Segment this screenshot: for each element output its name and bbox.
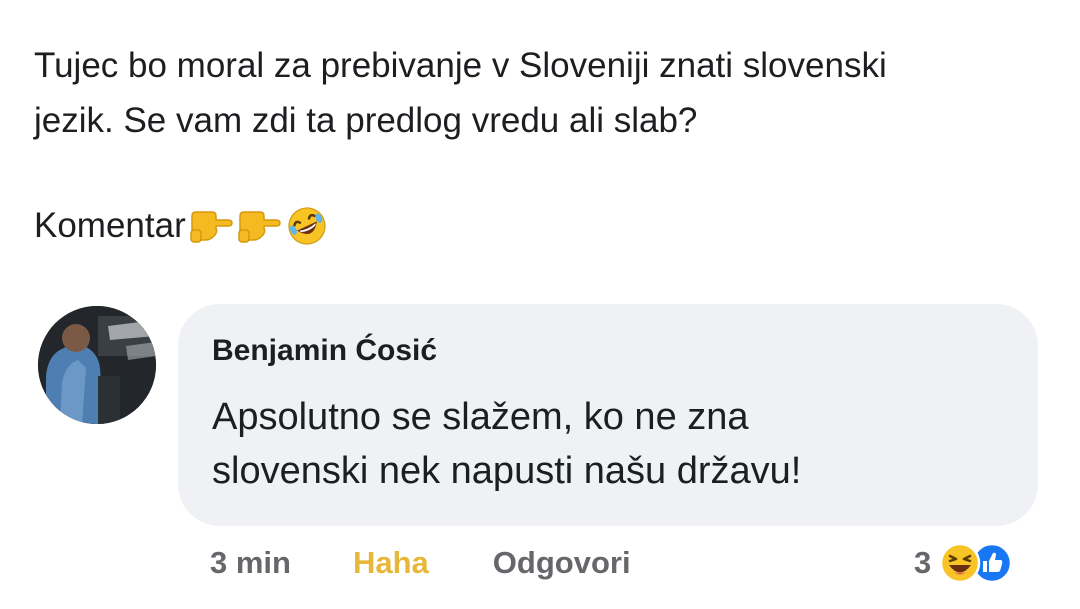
comment-line-2: slovenski nek napusti našu državu! [212,450,802,492]
pointing-down-icon [236,206,282,246]
reply-button[interactable]: Odgovori [493,545,631,581]
post-line-1: Tujec bo moral za prebivanje v Sloveniji… [34,46,887,85]
comment-text: Apsolutno se slažem, ko ne zna slovenski… [212,390,801,498]
post-text: Tujec bo moral za prebivanje v Sloveniji… [34,38,1054,148]
reaction-icons [935,540,1021,586]
comment-actions: 3 min Haha Odgovori [210,538,631,588]
pointing-down-icon [188,206,234,246]
comment-bubble: Benjamin Ćosić Apsolutno se slažem, ko n… [178,304,1038,526]
comment-author[interactable]: Benjamin Ćosić [212,334,437,368]
rolling-laughing-icon [284,206,330,246]
comment-prompt: Komentar [34,198,330,253]
haha-reaction-icon [939,542,981,584]
post-line-2: jezik. Se vam zdi ta predlog vredu ali s… [34,101,698,140]
haha-reaction-button[interactable]: Haha [353,545,429,581]
comment-prompt-label: Komentar [34,206,186,245]
reaction-count: 3 [914,545,932,580]
avatar[interactable] [38,306,156,424]
reaction-summary[interactable]: 3 [914,538,1021,588]
comment-line-1: Apsolutno se slažem, ko ne zna [212,396,749,438]
comment-time[interactable]: 3 min [210,545,291,581]
